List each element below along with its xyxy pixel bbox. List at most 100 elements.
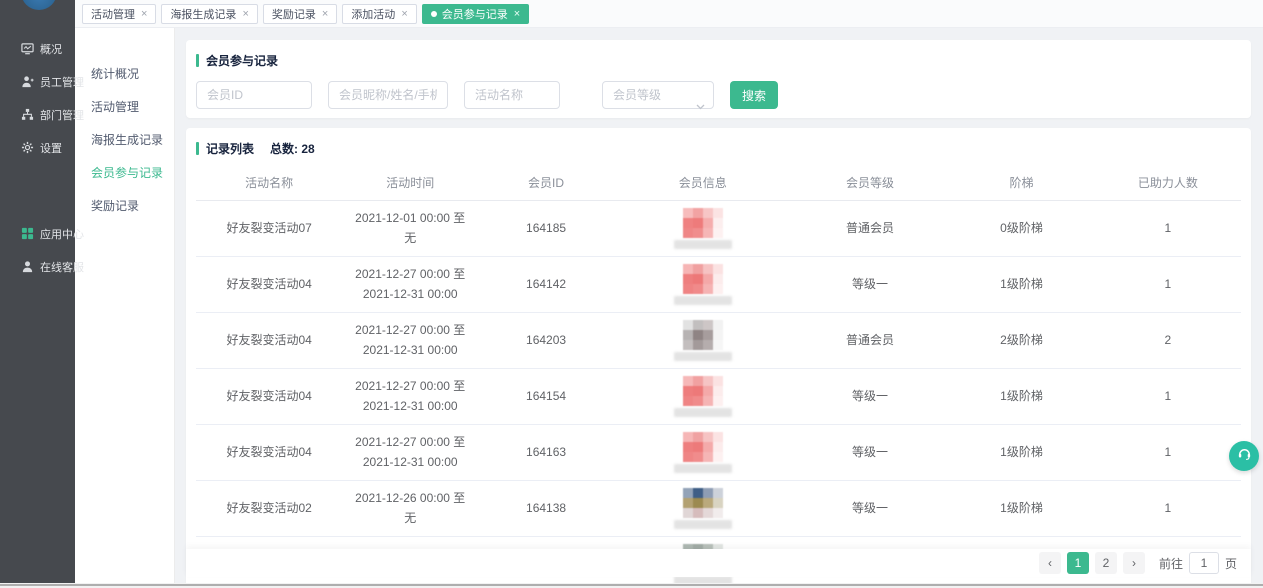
cell-date: 2021-12-27 00:00 至2021-12-31 00:00: [342, 377, 478, 415]
sidebar-item-label: 概况: [40, 41, 62, 57]
table-row: 好友裂变活动04 2021-12-27 00:00 至2021-12-31 00…: [196, 313, 1241, 369]
submenu-item-activity[interactable]: 活动管理: [75, 91, 174, 124]
table-row: 好友裂变活动02 2021-12-26 00:00 至无 164138 等级一 …: [196, 481, 1241, 537]
cell-member-info: [614, 370, 792, 423]
tab-member-participation[interactable]: 会员参与记录 ×: [422, 4, 529, 24]
sidebar-item-label: 员工管理: [40, 74, 84, 90]
cell-helpers: 1: [1095, 499, 1241, 518]
record-list-title: 记录列表: [196, 140, 254, 157]
service-icon: [21, 260, 34, 273]
search-button[interactable]: 搜索: [730, 81, 778, 109]
close-icon[interactable]: ×: [401, 8, 407, 20]
tab-add-activity[interactable]: 添加活动 ×: [342, 4, 416, 24]
table-header-row: 活动名称 活动时间 会员ID 会员信息 会员等级 阶梯 已助力人数: [196, 167, 1241, 201]
cell-member-id: 164138: [478, 499, 614, 518]
tab-activity-management[interactable]: 活动管理 ×: [82, 4, 156, 24]
sidebar-item-department[interactable]: 部门管理: [0, 98, 75, 131]
search-form: 会员等级 搜索: [196, 81, 1241, 109]
overview-icon: [21, 42, 34, 55]
avatar: [683, 488, 723, 518]
close-icon[interactable]: ×: [242, 8, 248, 20]
cell-member-id: 164142: [478, 275, 614, 294]
sub-sidebar: 统计概况 活动管理 海报生成记录 会员参与记录 奖励记录: [75, 28, 175, 583]
chevron-down-icon: [696, 93, 705, 119]
apps-icon: [21, 227, 34, 240]
tab-label: 活动管理: [91, 6, 135, 22]
table-row: 好友裂变活动04 2021-12-27 00:00 至2021-12-31 00…: [196, 257, 1241, 313]
customer-service-button[interactable]: [1229, 441, 1259, 471]
col-header: 已助力人数: [1095, 174, 1241, 193]
col-header: 活动时间: [342, 174, 478, 193]
search-panel-title: 会员参与记录: [196, 52, 1241, 69]
tab-poster-records[interactable]: 海报生成记录 ×: [161, 4, 257, 24]
cell-member-info: [614, 314, 792, 367]
close-icon[interactable]: ×: [322, 8, 328, 20]
tab-label: 添加活动: [351, 6, 395, 22]
avatar: [683, 320, 723, 350]
tab-label: 会员参与记录: [442, 6, 508, 22]
cell-ladder: 2级阶梯: [948, 331, 1094, 350]
page-button-2[interactable]: 2: [1095, 552, 1117, 574]
member-name-input[interactable]: [328, 81, 448, 109]
main-sidebar: 概况 员工管理 部门管理 设置: [0, 0, 75, 583]
col-header: 活动名称: [196, 174, 342, 193]
submenu-item-stats[interactable]: 统计概况: [75, 58, 174, 91]
main-nav: 概况 员工管理 部门管理 设置: [0, 32, 75, 283]
brand-logo: [21, 0, 57, 10]
member-id-input[interactable]: [196, 81, 312, 109]
cell-member-id: 164154: [478, 387, 614, 406]
table-row: 好友裂变活动07 2021-12-01 00:00 至无 164185 普通会员…: [196, 201, 1241, 257]
cell-member-info: [614, 426, 792, 479]
cell-ladder: 1级阶梯: [948, 499, 1094, 518]
activity-name-input[interactable]: [464, 81, 560, 109]
blurred-name: [674, 464, 732, 473]
page-button-1[interactable]: 1: [1067, 552, 1089, 574]
cell-ladder: 1级阶梯: [948, 387, 1094, 406]
goto-page: 前往 页: [1159, 552, 1237, 574]
records-table: 活动名称 活动时间 会员ID 会员信息 会员等级 阶梯 已助力人数 好友裂变活动…: [196, 167, 1241, 588]
member-level-select[interactable]: 会员等级: [602, 81, 714, 109]
settings-icon: [21, 141, 34, 154]
table-row: 好友裂变活动04 2021-12-27 00:00 至2021-12-31 00…: [196, 369, 1241, 425]
col-header: 阶梯: [948, 174, 1094, 193]
sidebar-item-staff[interactable]: 员工管理: [0, 65, 75, 98]
goto-page-input[interactable]: [1189, 552, 1219, 574]
select-placeholder: 会员等级: [613, 88, 661, 102]
sidebar-item-label: 在线客服: [40, 259, 84, 275]
blurred-name: [674, 240, 732, 249]
department-icon: [21, 108, 34, 121]
cell-member-info: [614, 482, 792, 535]
close-icon[interactable]: ×: [141, 8, 147, 20]
record-list-header: 记录列表 总数: 28: [196, 140, 1241, 157]
cell-level: 等级一: [792, 387, 949, 406]
next-page-button[interactable]: ›: [1123, 552, 1145, 574]
pagination-bar: ‹ 1 2 › 前往 页: [186, 549, 1251, 577]
cell-helpers: 1: [1095, 275, 1241, 294]
prev-page-button[interactable]: ‹: [1039, 552, 1061, 574]
active-dot: [431, 11, 437, 17]
goto-label: 前往: [1159, 555, 1183, 572]
total-count: 总数: 28: [270, 140, 315, 157]
sidebar-item-settings[interactable]: 设置: [0, 131, 75, 164]
sidebar-item-service[interactable]: 在线客服: [0, 250, 75, 283]
sidebar-item-label: 应用中心: [40, 226, 84, 242]
horizontal-scrollbar[interactable]: [0, 583, 1263, 588]
blurred-name: [674, 352, 732, 361]
cell-helpers: 1: [1095, 443, 1241, 462]
cell-ladder: 1级阶梯: [948, 443, 1094, 462]
app-window: 概况 员工管理 部门管理 设置: [0, 0, 1263, 588]
submenu-item-reward[interactable]: 奖励记录: [75, 190, 174, 223]
sidebar-item-label: 设置: [40, 140, 62, 156]
cell-level: 普通会员: [792, 219, 949, 238]
close-icon[interactable]: ×: [514, 8, 520, 20]
headset-icon: [1236, 445, 1253, 467]
cell-helpers: 2: [1095, 331, 1241, 350]
avatar: [683, 264, 723, 294]
submenu-item-participation[interactable]: 会员参与记录: [75, 157, 174, 190]
submenu-item-poster[interactable]: 海报生成记录: [75, 124, 174, 157]
tab-reward-records[interactable]: 奖励记录 ×: [263, 4, 337, 24]
cell-activity: 好友裂变活动04: [196, 331, 342, 350]
cell-member-id: 164185: [478, 219, 614, 238]
sidebar-item-apps[interactable]: 应用中心: [0, 217, 75, 250]
sidebar-item-overview[interactable]: 概况: [0, 32, 75, 65]
